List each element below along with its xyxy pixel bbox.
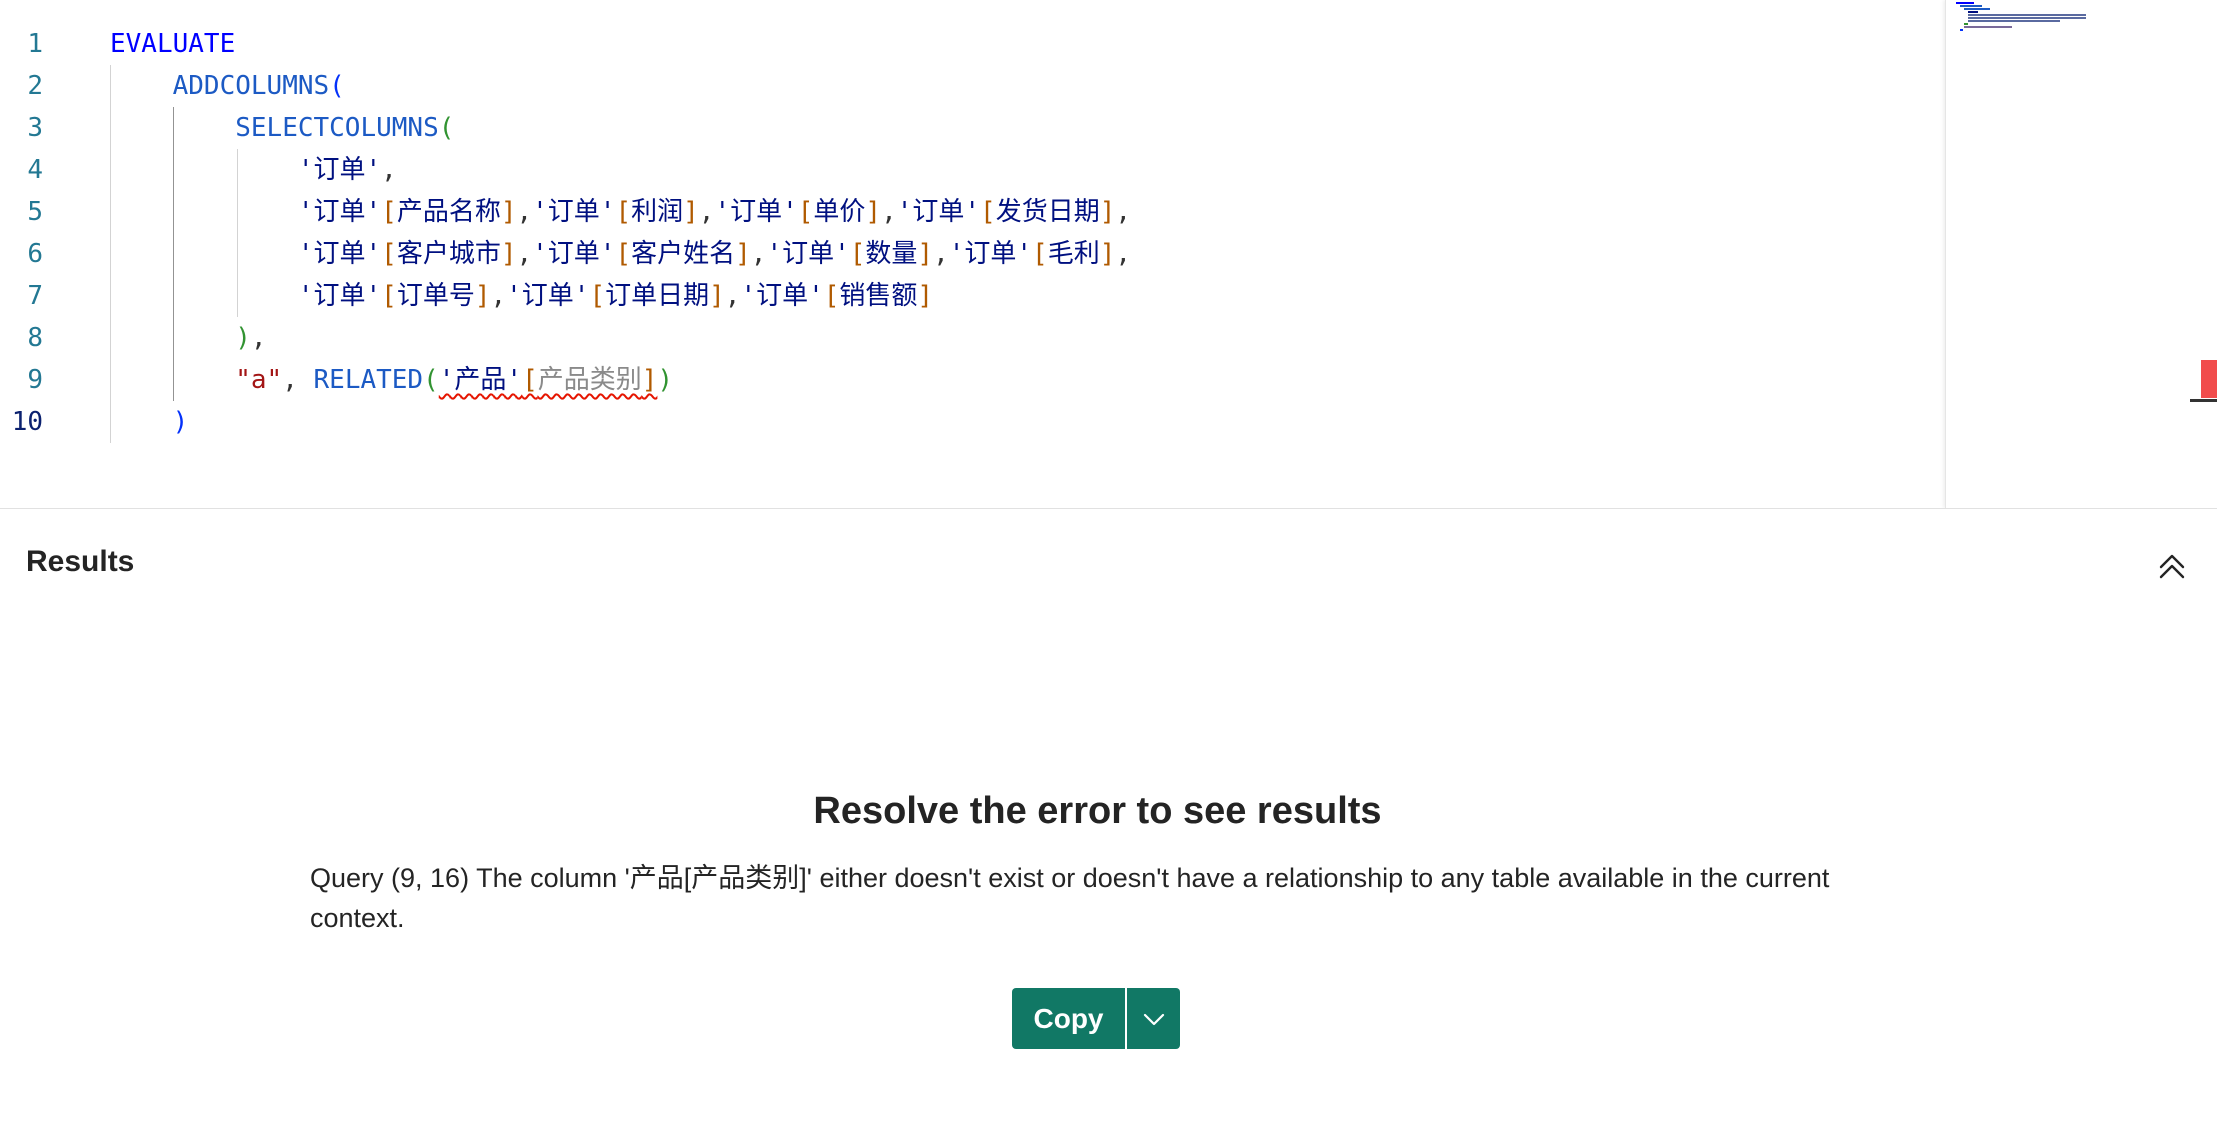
table-name: '订单' — [740, 281, 824, 311]
line-number: 1 — [27, 29, 43, 59]
table-name: '订单' — [506, 281, 590, 311]
code-line-2[interactable]: ADDCOLUMNS( — [110, 65, 1947, 107]
results-pane: Results Resolve the error to see results… — [0, 508, 2217, 1143]
cursor-overview-marker — [2190, 399, 2217, 402]
table-name: '订单' — [896, 197, 981, 227]
code-lines[interactable]: EVALUATE ADDCOLUMNS( SELECTCOLUMNS( '订单'… — [110, 23, 1947, 443]
line-number: 7 — [27, 281, 43, 311]
table-name: '订单' — [297, 155, 382, 185]
paren: ) — [235, 323, 251, 353]
code-line-10[interactable]: ) — [110, 401, 1947, 443]
function-addcolumns: ADDCOLUMNS — [172, 71, 330, 101]
dax-query-view: 1 2 3 4 5 6 7 8 9 10 EVALUATE ADDCOLUMNS… — [0, 0, 2217, 1143]
code-editor[interactable]: 1 2 3 4 5 6 7 8 9 10 EVALUATE ADDCOLUMNS… — [0, 0, 2217, 508]
code-line-8[interactable]: ), — [110, 317, 1947, 359]
minimap[interactable] — [1945, 0, 2191, 508]
error-heading: Resolve the error to see results — [813, 790, 1382, 832]
comma: , — [381, 155, 397, 185]
comma: , — [250, 323, 267, 353]
line-number: 4 — [27, 155, 43, 185]
keyword-evaluate: EVALUATE — [110, 29, 236, 59]
column-name: 销售额 — [839, 281, 918, 311]
line-number: 3 — [27, 113, 43, 143]
column-name: 发货日期 — [995, 197, 1100, 227]
vertical-scrollbar[interactable] — [2190, 0, 2217, 508]
line-number: 2 — [27, 71, 43, 101]
table-name: '订单' — [532, 239, 616, 269]
table-name: '订单' — [297, 239, 382, 269]
minimap-line — [1964, 8, 1990, 10]
column-name: 单价 — [813, 197, 866, 227]
paren: ) — [172, 407, 189, 437]
line-number-gutter: 1 2 3 4 5 6 7 8 9 10 — [0, 23, 60, 443]
function-selectcolumns: SELECTCOLUMNS — [235, 113, 439, 143]
paren: ( — [329, 71, 345, 101]
error-overview-marker[interactable] — [2201, 360, 2217, 398]
column-name: 毛利 — [1047, 239, 1100, 269]
column-name: 订单日期 — [605, 281, 710, 311]
column-name: 客户姓名 — [631, 239, 736, 269]
minimap-line — [1968, 20, 2060, 22]
minimap-line — [1960, 29, 1963, 31]
minimap-line — [1956, 2, 1974, 4]
column-name: 订单号 — [396, 281, 475, 311]
code-line-1[interactable]: EVALUATE — [110, 23, 1947, 65]
table-name: '订单' — [948, 239, 1033, 269]
chevron-down-icon — [1143, 1013, 1164, 1025]
column-name: 客户城市 — [396, 239, 501, 269]
paren: ( — [438, 113, 455, 143]
string-literal: "a" — [235, 365, 283, 395]
copy-options-button[interactable] — [1127, 988, 1180, 1049]
minimap-line — [1964, 26, 2012, 28]
table-name: '订单' — [297, 281, 382, 311]
table-name: '订单' — [714, 197, 798, 227]
line-number: 8 — [27, 323, 43, 353]
minimap-line — [1968, 14, 2086, 16]
minimap-line — [1968, 11, 1978, 13]
copy-split-button[interactable]: Copy — [1012, 988, 1180, 1049]
code-line-3[interactable]: SELECTCOLUMNS( — [110, 107, 1947, 149]
error-squiggle[interactable]: '产品'[产品类别] — [439, 365, 658, 395]
error-message: Query (9, 16) The column '产品[产品类别]' eith… — [310, 863, 1830, 933]
column-name-error: 产品类别 — [537, 365, 642, 395]
table-name: '订单' — [297, 197, 382, 227]
paren: ( — [423, 365, 439, 395]
code-line-9[interactable]: "a", RELATED('产品'[产品类别]) — [110, 359, 1947, 401]
chevron-double-up-icon — [2159, 554, 2185, 579]
code-line-4[interactable]: '订单', — [110, 149, 1947, 191]
code-line-7[interactable]: '订单'[订单号],'订单'[订单日期],'订单'[销售额] — [110, 275, 1947, 317]
copy-button[interactable]: Copy — [1012, 988, 1125, 1049]
code-line-6[interactable]: '订单'[客户城市],'订单'[客户姓名],'订单'[数量],'订单'[毛利], — [110, 233, 1947, 275]
minimap-line — [1964, 23, 1968, 25]
collapse-results-button[interactable] — [2152, 546, 2192, 586]
table-name: '订单' — [766, 239, 850, 269]
results-title: Results — [26, 545, 135, 578]
table-name: '产品' — [438, 365, 523, 395]
table-name: '订单' — [532, 197, 616, 227]
line-number: 6 — [27, 239, 43, 269]
line-number: 9 — [27, 365, 43, 395]
minimap-line — [1960, 5, 1982, 7]
line-number-current: 10 — [11, 407, 43, 437]
column-name: 利润 — [631, 197, 684, 227]
function-related: RELATED — [313, 365, 424, 395]
column-name: 数量 — [865, 239, 918, 269]
minimap-line — [1968, 17, 2086, 19]
paren: ) — [657, 365, 674, 395]
line-number: 5 — [27, 197, 43, 227]
code-line-5[interactable]: '订单'[产品名称],'订单'[利润],'订单'[单价],'订单'[发货日期], — [110, 191, 1947, 233]
separator: , — [282, 365, 314, 395]
column-name: 产品名称 — [396, 197, 501, 227]
